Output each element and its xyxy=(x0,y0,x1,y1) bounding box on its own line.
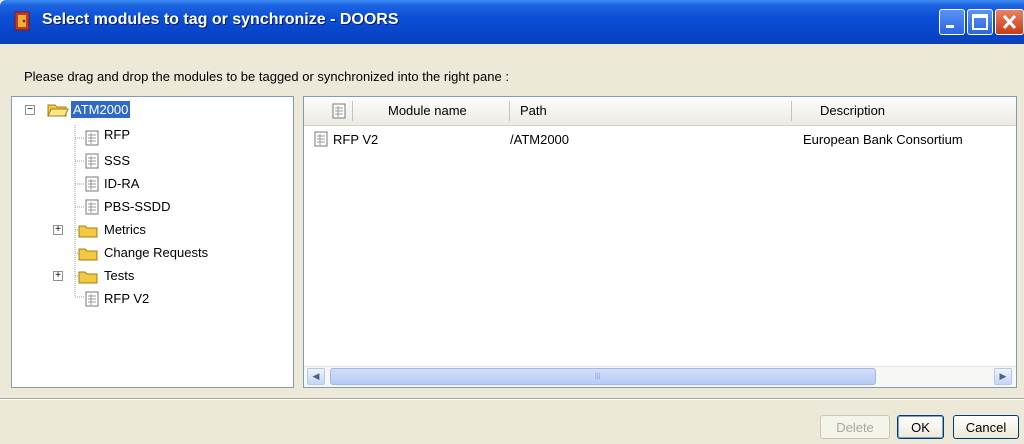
module-icon xyxy=(85,291,99,307)
minimize-button[interactable] xyxy=(939,9,965,35)
column-header-description[interactable]: Description xyxy=(820,103,885,118)
tree-item-atm2000[interactable]: − ATM2000 xyxy=(12,99,292,121)
tree-item-label: PBS-SSDD xyxy=(104,199,171,214)
tree-item-label: SSS xyxy=(104,153,131,168)
folder-icon xyxy=(78,271,98,284)
scroll-right-button[interactable]: ▶ xyxy=(994,368,1012,385)
expand-icon[interactable]: + xyxy=(53,271,63,281)
expand-icon[interactable]: + xyxy=(53,225,63,235)
window-title: Select modules to tag or synchronize - D… xyxy=(42,11,399,28)
module-icon xyxy=(85,153,99,169)
list-header: Module name Path Description xyxy=(304,97,1016,126)
title-bar: Select modules to tag or synchronize - D… xyxy=(0,0,1024,44)
tree-item-label: RFP xyxy=(104,127,130,142)
instruction-label: Please drag and drop the modules to be t… xyxy=(24,69,509,84)
cancel-button[interactable]: Cancel xyxy=(953,415,1019,439)
tree-item-rfp[interactable]: RFP xyxy=(12,127,292,149)
scroll-left-button[interactable]: ◀ xyxy=(307,368,325,385)
tree-item-rfp-v2[interactable]: RFP V2 xyxy=(12,288,292,310)
scroll-thumb[interactable]: ||| xyxy=(330,368,876,385)
tree-item-pbs-ssdd[interactable]: PBS-SSDD xyxy=(12,196,292,218)
folder-icon xyxy=(78,225,98,238)
module-icon xyxy=(85,199,99,215)
module-tree[interactable]: − ATM2000 RFP SSS ID-RA PBS-SSDD + Metri xyxy=(11,96,294,388)
folder-icon xyxy=(78,248,98,261)
cell-module-name: RFP V2 xyxy=(333,132,379,147)
tree-item-change-requests[interactable]: Change Requests xyxy=(12,242,292,264)
maximize-button[interactable] xyxy=(967,9,993,35)
ok-button[interactable]: OK xyxy=(897,415,944,439)
tree-item-tests[interactable]: + Tests xyxy=(12,265,292,287)
folder-open-icon xyxy=(47,104,69,117)
tree-item-label: Tests xyxy=(104,268,135,283)
minimize-icon xyxy=(946,25,954,28)
footer-divider-highlight xyxy=(0,399,1024,400)
collapse-icon[interactable]: − xyxy=(25,105,35,115)
horizontal-scrollbar[interactable]: ◀ ||| ▶ xyxy=(304,366,1016,387)
table-row[interactable]: RFP V2 /ATM2000 European Bank Consortium xyxy=(304,128,1016,148)
module-icon xyxy=(314,131,328,147)
selected-modules-list[interactable]: Module name Path Description RFP V2 /ATM… xyxy=(303,96,1017,388)
close-button[interactable] xyxy=(995,9,1024,35)
tree-item-metrics[interactable]: + Metrics xyxy=(12,219,292,241)
doors-app-icon xyxy=(14,11,30,31)
tree-item-label: ID-RA xyxy=(104,176,140,191)
maximize-icon xyxy=(972,14,988,30)
column-header-module-name[interactable]: Module name xyxy=(388,103,467,118)
tree-item-id-ra[interactable]: ID-RA xyxy=(12,173,292,195)
delete-button[interactable]: Delete xyxy=(820,415,890,439)
cell-description: European Bank Consortium xyxy=(803,132,963,147)
module-icon xyxy=(85,176,99,192)
module-icon xyxy=(332,103,346,119)
tree-item-label: Change Requests xyxy=(104,245,209,260)
cell-path: /ATM2000 xyxy=(510,132,570,147)
tree-item-label: RFP V2 xyxy=(104,291,150,306)
tree-item-sss[interactable]: SSS xyxy=(12,150,292,172)
tree-item-label: Metrics xyxy=(104,222,146,237)
module-icon xyxy=(85,130,99,146)
tree-item-label: ATM2000 xyxy=(71,101,131,118)
column-header-path[interactable]: Path xyxy=(520,103,547,118)
grip-icon: ||| xyxy=(595,373,601,380)
close-icon xyxy=(1002,14,1017,30)
